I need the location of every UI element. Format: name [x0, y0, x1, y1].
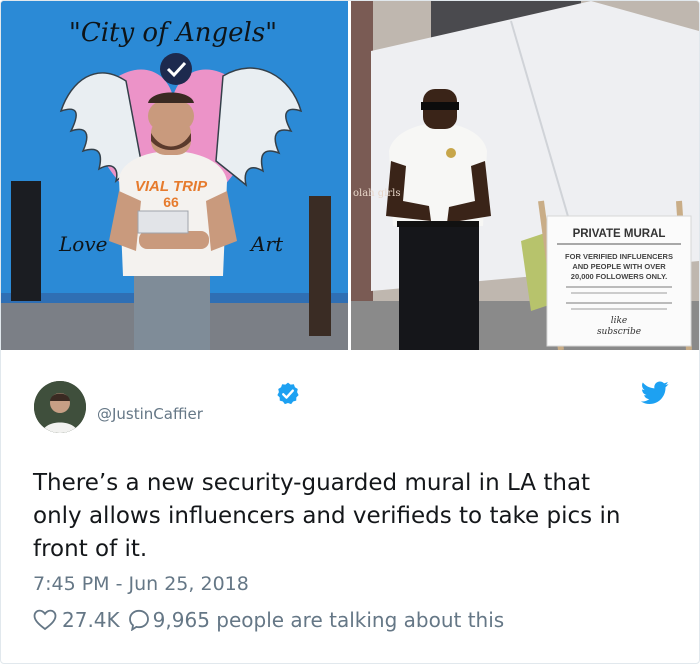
guard-photo[interactable]: PRIVATE MURAL FOR VERIFIED INFLUENCERS A…: [351, 1, 699, 350]
avatar-image: [34, 381, 86, 433]
verified-badge-icon: [277, 382, 299, 405]
sign-line-1: FOR VERIFIED INFLUENCERS: [565, 252, 673, 261]
mural-illustration: "City of Angels" Love Art VIAL TRIP 66: [1, 1, 348, 350]
sign-line-2: AND PEOPLE WITH OVER: [572, 262, 666, 271]
guard-illustration: PRIVATE MURAL FOR VERIFIED INFLUENCERS A…: [351, 1, 699, 350]
shirt-text-top: VIAL TRIP: [135, 178, 208, 195]
shirt-text-bottom: 66: [163, 194, 179, 210]
private-mural-sign: PRIVATE MURAL FOR VERIFIED INFLUENCERS A…: [538, 200, 692, 350]
talking-count[interactable]: 9,965 people are talking about this: [153, 608, 505, 632]
user-handle[interactable]: @JustinCaffier: [97, 405, 203, 423]
avatar[interactable]: [34, 381, 86, 433]
speech-bubble-icon[interactable]: [128, 609, 150, 631]
mural-title: "City of Angels": [69, 18, 277, 48]
sign-footer-1: like: [611, 316, 628, 326]
mural-love-word: Love: [58, 232, 107, 256]
wall-text: olah girls: [353, 188, 401, 199]
tweet-card: "City of Angels" Love Art VIAL TRIP 66 P…: [0, 0, 700, 664]
sign-title: PRIVATE MURAL: [573, 228, 666, 240]
like-count[interactable]: 27.4K: [62, 608, 120, 632]
sign-footer-2: subscribe: [597, 327, 641, 337]
tweet-timestamp[interactable]: 7:45 PM - Jun 25, 2018: [33, 573, 249, 595]
tweet-text: There’s a new security-guarded mural in …: [33, 470, 621, 562]
mural-art-word: Art: [249, 232, 284, 256]
sign-line-3: 20,000 FOLLOWERS ONLY.: [571, 272, 667, 281]
heart-icon[interactable]: [33, 609, 57, 631]
twitter-bird-icon[interactable]: [641, 381, 669, 405]
mural-photo[interactable]: "City of Angels" Love Art VIAL TRIP 66: [1, 1, 348, 350]
tweet-footer: 27.4K 9,965 people are talking about thi…: [33, 608, 504, 632]
